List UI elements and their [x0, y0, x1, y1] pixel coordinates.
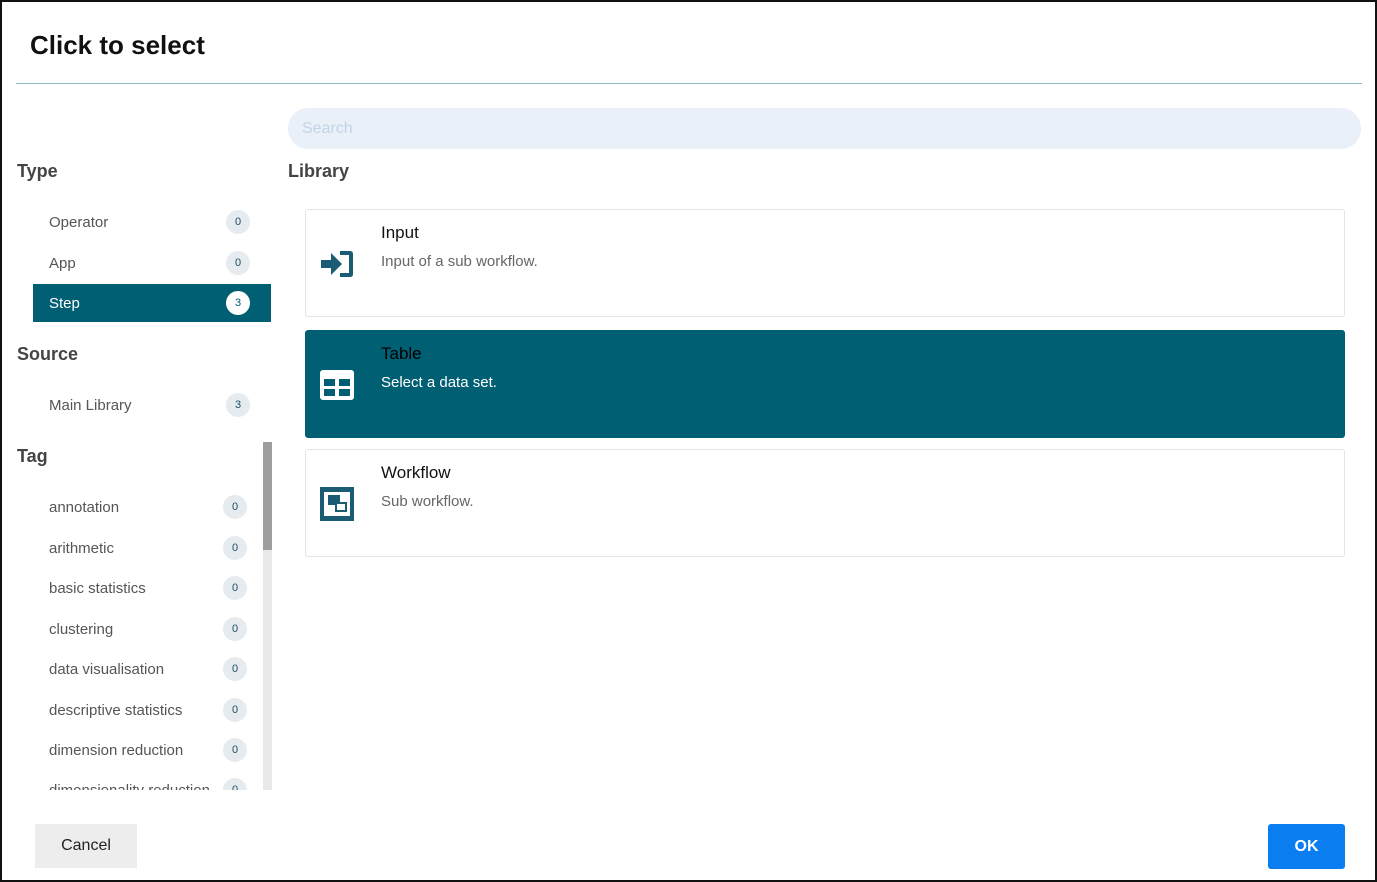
- ok-button[interactable]: OK: [1268, 824, 1345, 869]
- header-divider: [16, 83, 1362, 84]
- facet-label: App: [49, 254, 76, 272]
- tag-item-clustering[interactable]: clustering 0: [33, 610, 248, 648]
- type-heading: Type: [17, 161, 58, 181]
- tag-list: annotation 0 arithmetic 0 basic statisti…: [0, 480, 262, 790]
- tag-heading: Tag: [17, 446, 48, 466]
- tag-item-arithmetic[interactable]: arithmetic 0: [33, 529, 248, 567]
- facet-label: dimensionality reduction: [49, 781, 210, 791]
- count-badge: 0: [223, 738, 247, 762]
- count-badge: 0: [223, 495, 247, 519]
- count-badge: 0: [223, 778, 247, 790]
- source-item-main-library[interactable]: Main Library 3: [33, 386, 271, 424]
- card-title: Table: [381, 344, 422, 363]
- workflow-icon: [320, 487, 354, 521]
- table-icon: [320, 370, 354, 400]
- type-item-step[interactable]: Step 3: [33, 284, 271, 322]
- card-description: Sub workflow.: [381, 493, 474, 510]
- facet-label: data visualisation: [49, 660, 165, 678]
- library-item-table[interactable]: Table Select a data set.: [305, 330, 1345, 438]
- tag-scrollbar-thumb[interactable]: [263, 442, 272, 550]
- cancel-button[interactable]: Cancel: [35, 824, 137, 868]
- tag-item-dimension-reduction[interactable]: dimension reduction 0: [33, 731, 248, 769]
- library-item-workflow[interactable]: Workflow Sub workflow.: [305, 449, 1345, 557]
- tag-item-basic-statistics[interactable]: basic statistics 0: [33, 569, 248, 607]
- card-title: Input: [381, 223, 419, 242]
- count-badge: 0: [223, 657, 247, 681]
- count-badge: 3: [226, 393, 250, 417]
- count-badge: 3: [226, 291, 250, 315]
- type-item-app[interactable]: App 0: [33, 244, 271, 282]
- facet-label: annotation: [49, 498, 120, 516]
- tag-item-descriptive-statistics[interactable]: descriptive statistics 0: [33, 691, 248, 729]
- facet-label: Main Library: [49, 396, 132, 414]
- library-item-input[interactable]: Input Input of a sub workflow.: [305, 209, 1345, 317]
- facet-label: basic statistics: [49, 579, 146, 597]
- type-item-operator[interactable]: Operator 0: [33, 203, 271, 241]
- count-badge: 0: [223, 536, 247, 560]
- facet-label: Step: [49, 294, 80, 312]
- count-badge: 0: [223, 617, 247, 641]
- facet-label: arithmetic: [49, 539, 115, 557]
- count-badge: 0: [226, 210, 250, 234]
- card-description: Select a data set.: [381, 374, 497, 391]
- dialog-title: Click to select: [30, 30, 205, 60]
- input-arrow-icon: [321, 251, 353, 277]
- search-input[interactable]: [288, 108, 1361, 149]
- source-heading: Source: [17, 344, 79, 364]
- library-heading: Library: [288, 161, 350, 181]
- facet-label: dimension reduction: [49, 741, 184, 759]
- tag-item-dimensionality-reduction[interactable]: dimensionality reduction 0: [33, 771, 248, 790]
- card-description: Input of a sub workflow.: [381, 253, 538, 270]
- facet-label: descriptive statistics: [49, 701, 183, 719]
- tag-item-annotation[interactable]: annotation 0: [33, 488, 248, 526]
- facet-label: Operator: [49, 213, 109, 231]
- count-badge: 0: [226, 251, 250, 275]
- card-title: Workflow: [381, 463, 451, 482]
- count-badge: 0: [223, 698, 247, 722]
- count-badge: 0: [223, 576, 247, 600]
- tag-item-data-visualisation[interactable]: data visualisation 0: [33, 650, 248, 688]
- facet-label: clustering: [49, 620, 114, 638]
